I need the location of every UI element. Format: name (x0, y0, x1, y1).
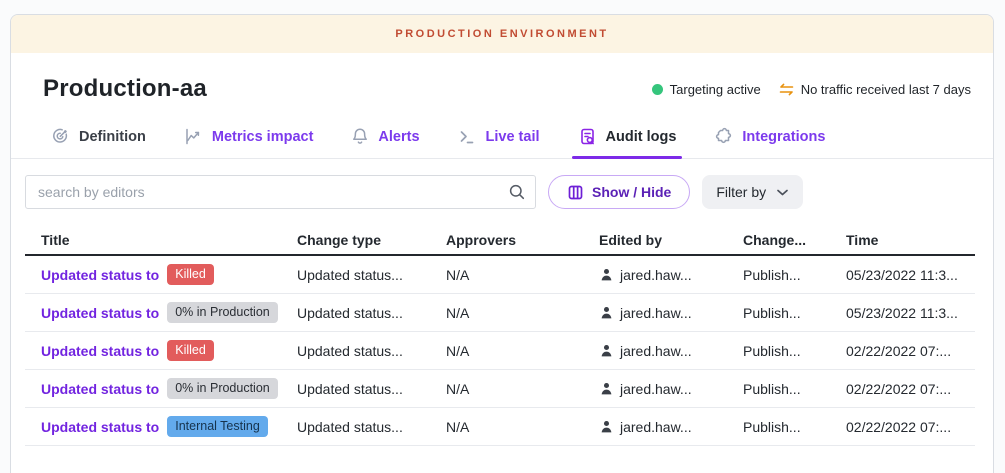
show-hide-label: Show / Hide (592, 184, 671, 200)
time-cell: 05/23/2022 11:3... (830, 305, 975, 321)
tab-integrations[interactable]: Integrations (714, 117, 825, 158)
row-title-link[interactable]: Updated status to (41, 419, 159, 435)
approvers-cell: N/A (430, 381, 583, 397)
row-title-link[interactable]: Updated status to (41, 343, 159, 359)
status-badge: 0% in Production (167, 302, 278, 324)
status-badge: Internal Testing (167, 416, 268, 438)
column-header-edited-by: Edited by (583, 232, 727, 248)
chevron-down-icon (776, 188, 789, 197)
bell-icon (351, 127, 369, 146)
toolbar: Show / Hide Filter by (11, 159, 993, 209)
edited-by-cell: jared.haw... (583, 381, 727, 397)
tab-audit-logs[interactable]: Audit logs (578, 117, 677, 158)
change-type-cell: Updated status... (281, 381, 430, 397)
edited-by-cell: jared.haw... (583, 267, 727, 283)
tab-alerts[interactable]: Alerts (351, 117, 419, 158)
time-cell: 02/22/2022 07:... (830, 343, 975, 359)
person-icon (599, 305, 614, 320)
column-header-change-type: Change type (281, 232, 430, 248)
tab-definition[interactable]: Definition (51, 117, 146, 158)
environment-card: PRODUCTION ENVIRONMENT Production-aa Tar… (10, 14, 994, 473)
editor-name: jared.haw... (620, 343, 692, 359)
change-type-cell: Updated status... (281, 343, 430, 359)
traffic-status: No traffic received last 7 days (779, 82, 971, 97)
page-header: Production-aa Targeting active No traffi… (11, 53, 993, 117)
tab-label: Audit logs (606, 129, 677, 145)
production-environment-banner: PRODUCTION ENVIRONMENT (11, 15, 993, 53)
person-icon (599, 381, 614, 396)
table-row[interactable]: Updated status to 0% in Production Updat… (25, 370, 975, 408)
tab-label: Definition (79, 129, 146, 145)
change-cell: Publish... (727, 267, 830, 283)
person-icon (599, 343, 614, 358)
time-cell: 02/22/2022 07:... (830, 419, 975, 435)
editor-name: jared.haw... (620, 305, 692, 321)
column-header-title: Title (25, 232, 281, 248)
edited-by-cell: jared.haw... (583, 343, 727, 359)
time-cell: 05/23/2022 11:3... (830, 267, 975, 283)
edited-by-cell: jared.haw... (583, 419, 727, 435)
row-title-link[interactable]: Updated status to (41, 267, 159, 283)
status-badge: 0% in Production (167, 378, 278, 400)
status-group: Targeting active No traffic received las… (652, 82, 971, 97)
change-cell: Publish... (727, 343, 830, 359)
tab-label: Integrations (742, 129, 825, 145)
tab-label: Live tail (486, 129, 540, 145)
approvers-cell: N/A (430, 305, 583, 321)
row-title-link[interactable]: Updated status to (41, 381, 159, 397)
search-input[interactable] (25, 175, 536, 209)
table-row[interactable]: Updated status to Internal Testing Updat… (25, 408, 975, 446)
banner-label: PRODUCTION ENVIRONMENT (395, 28, 608, 40)
traffic-status-label: No traffic received last 7 days (801, 82, 971, 97)
search-wrap (25, 175, 536, 209)
approvers-cell: N/A (430, 419, 583, 435)
editor-name: jared.haw... (620, 419, 692, 435)
tab-bar: Definition Metrics impact Alerts (11, 117, 993, 159)
table-row[interactable]: Updated status to Killed Updated status.… (25, 256, 975, 294)
approvers-cell: N/A (430, 267, 583, 283)
change-cell: Publish... (727, 305, 830, 321)
table-row[interactable]: Updated status to Killed Updated status.… (25, 332, 975, 370)
editor-name: jared.haw... (620, 267, 692, 283)
target-icon (51, 127, 70, 146)
edited-by-cell: jared.haw... (583, 305, 727, 321)
tab-live-tail[interactable]: Live tail (458, 117, 540, 158)
column-header-change: Change... (727, 232, 830, 248)
approvers-cell: N/A (430, 343, 583, 359)
change-type-cell: Updated status... (281, 419, 430, 435)
status-badge: Killed (167, 340, 214, 362)
page-title: Production-aa (43, 75, 207, 103)
audit-logs-table: Title Change type Approvers Edited by Ch… (25, 225, 975, 446)
change-cell: Publish... (727, 419, 830, 435)
column-header-approvers: Approvers (430, 232, 583, 248)
time-cell: 02/22/2022 07:... (830, 381, 975, 397)
show-hide-button[interactable]: Show / Hide (548, 175, 690, 209)
change-type-cell: Updated status... (281, 305, 430, 321)
green-dot-icon (652, 84, 663, 95)
table-row[interactable]: Updated status to 0% in Production Updat… (25, 294, 975, 332)
status-badge: Killed (167, 264, 214, 286)
editor-name: jared.haw... (620, 381, 692, 397)
filter-by-label: Filter by (716, 184, 766, 200)
column-header-time: Time (830, 232, 975, 248)
change-type-cell: Updated status... (281, 267, 430, 283)
table-header-row: Title Change type Approvers Edited by Ch… (25, 225, 975, 256)
person-icon (599, 267, 614, 282)
chart-icon (184, 127, 203, 146)
columns-icon (567, 184, 584, 201)
targeting-status: Targeting active (652, 82, 761, 97)
puzzle-icon (714, 127, 733, 146)
row-title-link[interactable]: Updated status to (41, 305, 159, 321)
person-icon (599, 419, 614, 434)
change-cell: Publish... (727, 381, 830, 397)
filter-by-button[interactable]: Filter by (702, 175, 803, 209)
tab-label: Alerts (378, 129, 419, 145)
terminal-icon (458, 127, 477, 146)
targeting-status-label: Targeting active (670, 82, 761, 97)
search-icon (508, 183, 526, 206)
tab-label: Metrics impact (212, 129, 314, 145)
swap-arrows-icon (779, 83, 794, 96)
tab-metrics-impact[interactable]: Metrics impact (184, 117, 314, 158)
audit-doc-icon (578, 127, 597, 147)
